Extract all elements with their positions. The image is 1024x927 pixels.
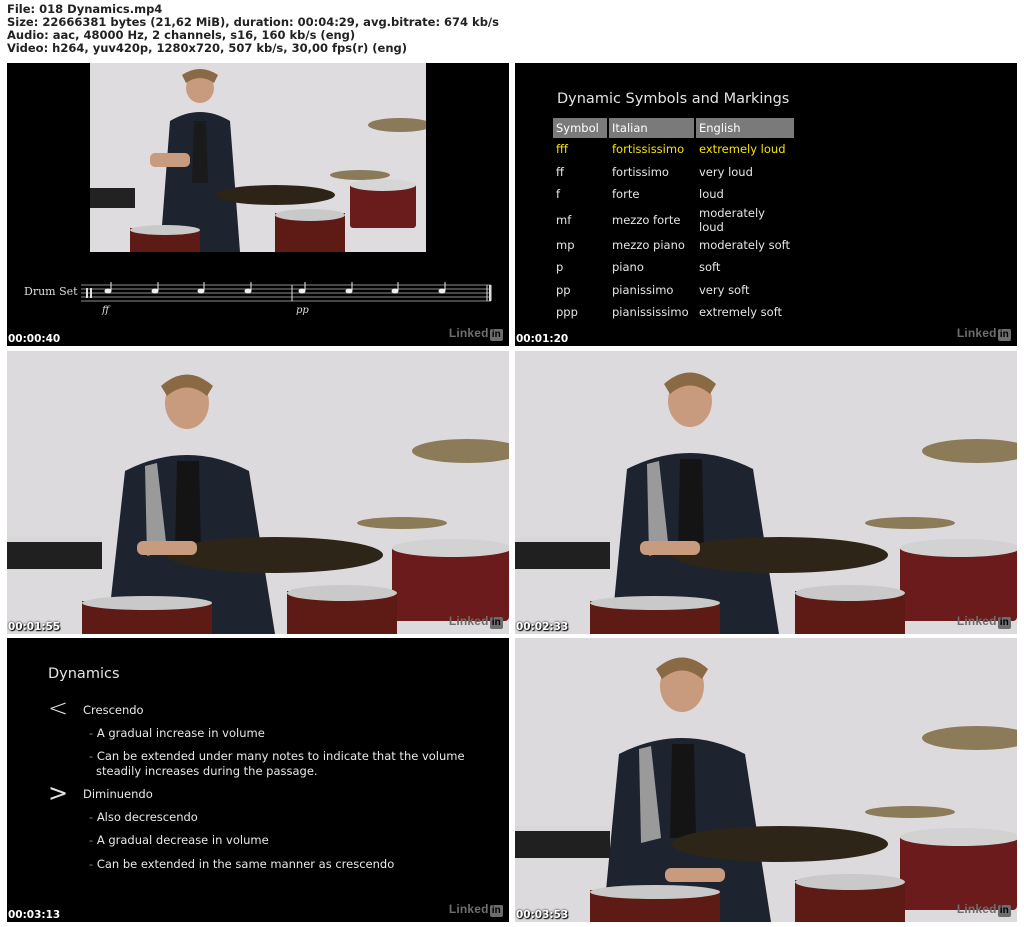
table-title: Dynamic Symbols and Markings: [557, 91, 790, 107]
drummer-video-image: [7, 351, 509, 634]
table-row: mf mezzo forte moderately loud: [553, 206, 794, 234]
table-cell: forte: [612, 187, 640, 202]
dynamic-marking-pp: pp: [296, 305, 309, 316]
table-cell: fff: [556, 142, 568, 157]
column-header-symbol: Symbol: [553, 118, 607, 138]
bullet-text: - Also decrescendo: [89, 810, 198, 824]
table-row: mp mezzo piano moderately soft: [553, 234, 794, 257]
table-cell: pianissimo: [612, 282, 674, 297]
diminuendo-heading: Diminuendo: [83, 787, 153, 801]
bullet-text: - Can be extended in the same manner as …: [89, 857, 395, 871]
timestamp: 00:01:55: [8, 621, 61, 633]
bullet-text: - A gradual increase in volume: [89, 726, 265, 740]
table-cell: mp: [556, 237, 575, 252]
table-cell: f: [556, 187, 561, 202]
dynamics-table: Symbol Italian English fff fortississimo e…: [551, 118, 796, 324]
table-cell: fortissimo: [612, 164, 669, 179]
table-cell: mezzo forte: [612, 212, 681, 227]
crescendo-symbol: <: [48, 694, 69, 722]
table-cell: extremely soft: [699, 305, 783, 320]
table-cell: fortississimo: [612, 142, 685, 157]
table-cell: piano: [612, 260, 644, 275]
drum-staff: [81, 282, 492, 302]
timestamp: 00:00:40: [8, 333, 61, 345]
table-cell: very soft: [699, 282, 750, 297]
video-info: Video: h264, yuv420p, 1280x720, 507 kb/s…: [7, 41, 408, 55]
table-row: fff fortississimo extremely loud: [553, 138, 794, 161]
table-row: p piano soft: [553, 256, 794, 279]
table-cell: pianississimo: [612, 305, 689, 320]
linkedin-watermark: Linked in: [448, 902, 503, 917]
drummer-video-image: [515, 638, 1017, 922]
crescendo-heading: Crescendo: [83, 703, 144, 717]
thumbnail-5[interactable]: Dynamics < Crescendo - A gradual increas…: [7, 638, 509, 922]
table-cell: mf: [556, 212, 572, 227]
table-cell: extremely loud: [699, 142, 786, 157]
drummer-video-image: [515, 351, 1017, 634]
table-row: ff fortissimo very loud: [553, 161, 794, 184]
drummer-video-image: [90, 63, 426, 252]
linkedin-watermark: Linked in: [956, 902, 1011, 917]
staff-label: Drum Set: [24, 285, 78, 298]
linkedin-watermark: Linked in: [448, 326, 503, 341]
table-cell: pp: [556, 282, 571, 297]
column-header-italian: Italian: [609, 118, 694, 138]
thumbnail-1[interactable]: Drum Set ff pp Linked in 00:00:40: [7, 63, 509, 346]
linkedin-logo-icon: in: [997, 905, 1011, 917]
table-cell: moderately loud: [699, 205, 765, 234]
table-row: ppp pianississimo extremely soft: [553, 301, 794, 324]
thumbnail-2[interactable]: Dynamic Symbols and Markings Symbol Ital…: [515, 63, 1017, 346]
table-cell: p: [556, 260, 564, 275]
linkedin-logo-icon: in: [489, 617, 503, 629]
bullet-text: - Can be extended under many notes to in…: [89, 749, 465, 763]
timestamp: 00:01:20: [516, 333, 569, 345]
linkedin-logo-icon: in: [997, 329, 1011, 341]
thumbnail-6[interactable]: Linked in 00:03:53: [515, 638, 1017, 922]
linkedin-logo-icon: in: [489, 905, 503, 917]
timestamp: 00:03:53: [516, 909, 569, 921]
timestamp: 00:03:13: [8, 909, 61, 921]
bullet-text: steadily increases during the passage.: [96, 764, 318, 778]
linkedin-watermark: Linked in: [956, 326, 1011, 341]
thumbnail-3[interactable]: Linked in 00:01:55: [7, 351, 509, 634]
column-header-english: English: [696, 118, 794, 138]
table-cell: very loud: [699, 164, 753, 179]
linkedin-logo-icon: in: [997, 617, 1011, 629]
slide-title: Dynamics: [48, 666, 120, 682]
bullet-text: - A gradual decrease in volume: [89, 833, 269, 847]
file-info-header: File: 018 Dynamics.mp4 Size: 22666381 by…: [7, 3, 499, 55]
table-cell: loud: [699, 187, 724, 202]
dynamic-marking-ff: ff: [102, 305, 110, 316]
table-row: pp pianissimo very soft: [553, 279, 794, 302]
timestamp: 00:02:33: [516, 621, 569, 633]
thumbnail-4[interactable]: Linked in 00:02:33: [515, 351, 1017, 634]
table-row: f forte loud: [553, 183, 794, 206]
diminuendo-symbol: >: [48, 779, 69, 807]
linkedin-watermark: Linked in: [956, 614, 1011, 629]
table-cell: moderately soft: [699, 237, 791, 252]
table-cell: soft: [699, 260, 721, 275]
table-cell: ppp: [556, 305, 578, 320]
table-cell: ff: [556, 164, 564, 179]
table-cell: mezzo piano: [612, 237, 685, 252]
linkedin-logo-icon: in: [489, 329, 503, 341]
linkedin-watermark: Linked in: [448, 614, 503, 629]
